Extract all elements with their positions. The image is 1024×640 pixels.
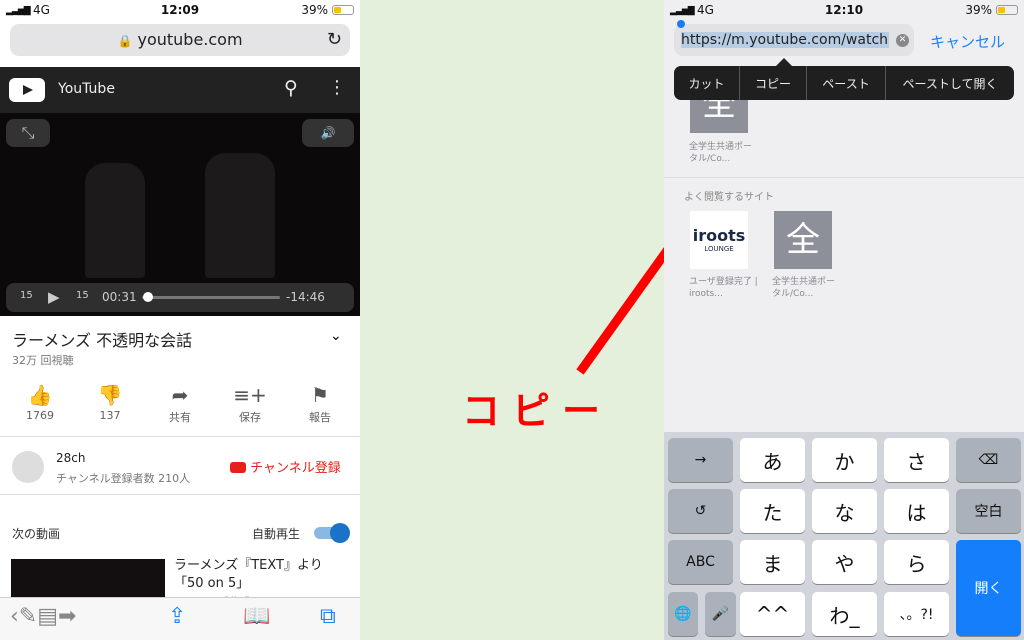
frequent-label: ユーザ登録完了 | iroots... bbox=[689, 277, 758, 299]
edit-menu: カット コピー ペースト ペーストして開く bbox=[674, 66, 1014, 100]
key-2[interactable]: か bbox=[812, 438, 877, 482]
key-10[interactable]: ABC bbox=[668, 540, 733, 584]
key-6[interactable]: た bbox=[740, 489, 805, 533]
battery-percent: 39% bbox=[965, 3, 992, 17]
status-bar: ▂▃▅▇ 4G 12:10 39% bbox=[664, 0, 1024, 20]
key-13[interactable]: ら bbox=[884, 540, 949, 584]
cancel-button[interactable]: キャンセル bbox=[930, 31, 1005, 52]
key-12[interactable]: や bbox=[812, 540, 877, 584]
key-19[interactable]: 、。?! bbox=[884, 592, 949, 636]
menu-cut[interactable]: カット bbox=[674, 66, 740, 100]
key-15[interactable]: 🌐 bbox=[668, 592, 698, 636]
key-3[interactable]: さ bbox=[884, 438, 949, 482]
key-11[interactable]: ま bbox=[740, 540, 805, 584]
key-16[interactable]: 🎤 bbox=[705, 592, 736, 636]
key-4[interactable]: ⌫ bbox=[956, 438, 1021, 482]
favorite-label: 全学生共通ポータル/Co... bbox=[689, 142, 753, 164]
key-8[interactable]: は bbox=[884, 489, 949, 533]
safari-edit-screen: ▂▃▅▇ 4G 12:10 39% https://m.youtube.com/… bbox=[664, 0, 1024, 640]
frequent-header: よく閲覧するサイト bbox=[684, 192, 774, 203]
key-18[interactable]: わ_ bbox=[812, 592, 877, 636]
keyboard: → あかさ ⌫ ↺ たなは空白 ABC まやら 🌐 🎤 ^^ わ_、。?! 開く bbox=[664, 432, 1024, 640]
selection-handle[interactable] bbox=[677, 20, 685, 28]
open-key[interactable]: 開く bbox=[956, 540, 1021, 636]
key-5[interactable]: ↺ bbox=[668, 489, 733, 533]
key-17[interactable]: ^^ bbox=[740, 592, 805, 636]
key-9[interactable]: 空白 bbox=[956, 489, 1021, 533]
annotation-label: コピー bbox=[462, 389, 613, 433]
divider bbox=[664, 177, 1024, 178]
clear-icon[interactable]: ✕ bbox=[896, 34, 909, 47]
frequent-site-iroots[interactable]: iroots LOUNGE bbox=[690, 211, 748, 269]
menu-paste[interactable]: ペースト bbox=[807, 66, 886, 100]
url-input[interactable]: https://m.youtube.com/watch?v= ✕ bbox=[674, 20, 914, 56]
battery-icon bbox=[996, 5, 1018, 15]
key-0[interactable]: → bbox=[668, 438, 733, 482]
menu-paste-and-go[interactable]: ペーストして開く bbox=[886, 66, 1014, 100]
menu-copy[interactable]: コピー bbox=[740, 66, 807, 100]
key-1[interactable]: あ bbox=[740, 438, 805, 482]
url-selected-text[interactable]: https://m.youtube.com/watch?v= bbox=[681, 32, 889, 48]
frequent-label: 全学生共通ポータル/Co... bbox=[772, 277, 836, 299]
key-7[interactable]: な bbox=[812, 489, 877, 533]
menu-pointer bbox=[776, 58, 792, 66]
frequent-site-portal[interactable]: 全 bbox=[774, 211, 832, 269]
